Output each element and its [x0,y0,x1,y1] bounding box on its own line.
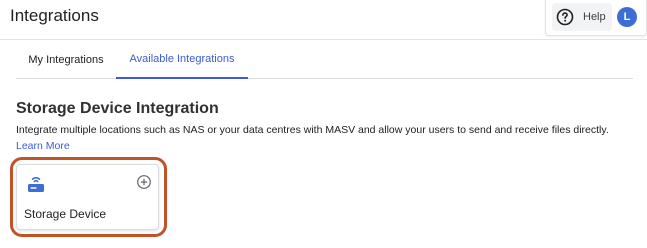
storage-device-label: Storage Device [24,207,107,221]
help-label: Help [583,11,606,23]
section-description: Integrate multiple locations such as NAS… [16,124,609,136]
learn-more-link[interactable]: Learn More [16,140,70,152]
integrations-tabs: My Integrations Available Integrations [16,41,633,79]
storage-device-icon [25,173,47,195]
user-avatar[interactable]: L [617,7,637,27]
help-user-panel: Help L [545,0,647,36]
tab-available-integrations[interactable]: Available Integrations [116,41,248,79]
storage-device-card[interactable]: Storage Device [16,164,159,230]
section-title: Storage Device Integration [16,100,219,117]
page-header: Integrations Help L [0,0,647,40]
add-circle-icon[interactable] [136,174,152,190]
help-button[interactable]: Help [552,3,612,31]
tab-my-integrations[interactable]: My Integrations [16,41,116,79]
help-icon [556,8,574,26]
page-title: Integrations [10,6,99,25]
